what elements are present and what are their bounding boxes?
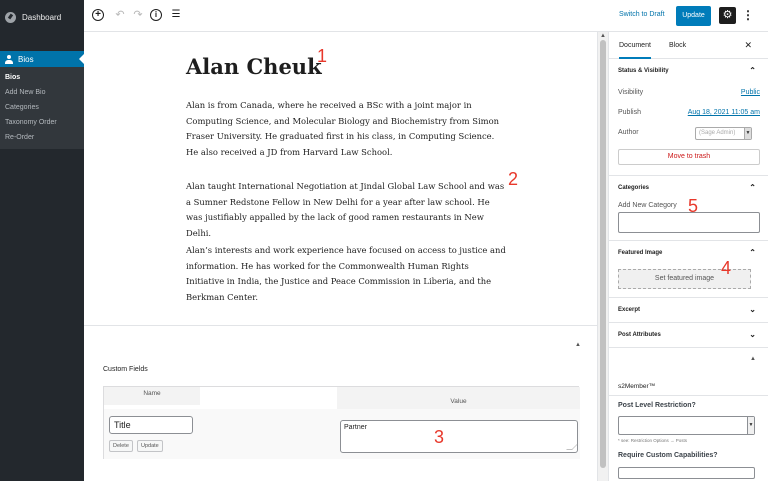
bios-submenu: Bios Add New Bio Categories Taxonomy Ord… [0,67,84,149]
chevron-down-icon: ⌄ [749,305,756,314]
post-title[interactable]: Alan Cheuk [186,54,322,79]
featured-image-header[interactable]: Featured Image ⌃ [609,241,768,265]
menu-dashboard[interactable]: Dashboard [0,0,84,34]
paragraph-2[interactable]: Alan taught International Negotiation at… [186,179,506,241]
custom-fields-title: Custom Fields [103,366,148,373]
dashboard-icon [5,11,16,23]
chevron-up-icon: ⌃ [749,248,756,257]
author-select-value: (Sage Admin) [699,130,736,136]
info-icon[interactable]: i [150,9,162,21]
move-to-trash-button[interactable]: Move to trash [618,149,760,165]
update-field-button[interactable]: Update [137,440,163,452]
tab-document[interactable]: Document [619,32,651,59]
list-view-icon[interactable]: ☰ [170,9,182,21]
menu-bios[interactable]: Bios [0,51,84,67]
submenu-re-order[interactable]: Re-Order [0,130,84,145]
collapse-arrow-icon[interactable]: ▲ [575,342,581,348]
menu-bios-label: Bios [18,54,34,64]
chevron-up-icon: ⌃ [749,66,756,75]
author-row: Author (Sage Admin) ▼ [609,123,768,143]
author-label: Author [618,129,639,136]
collapse-arrow-icon: ▲ [750,356,756,362]
paragraph-1[interactable]: Alan is from Canada, where he received a… [186,98,506,160]
editor-scrollbar[interactable]: ▲ [597,32,608,481]
tab-block[interactable]: Block [669,32,686,59]
visibility-row: Visibility Public [609,83,768,103]
more-vertical-icon[interactable]: ⋮ [742,8,754,22]
settings-sidebar: Document Block ✕ Status & Visibility ⌃ V… [608,32,768,481]
post-level-restriction-select[interactable]: ▼ [618,416,755,435]
status-visibility-header[interactable]: Status & Visibility ⌃ [609,59,768,83]
annotation-2: 2 [508,169,519,189]
undo-icon[interactable]: ↶ [114,9,126,21]
switch-to-draft-button[interactable]: Switch to Draft [619,11,665,18]
custom-fields-table: Name Value Title Delete Update Partner [103,386,580,459]
table-row: Title Delete Update Partner [104,409,580,459]
s2member-title: s2Member™ [609,372,768,396]
delete-field-button[interactable]: Delete [109,440,133,452]
publish-row: Publish Aug 18, 2021 11:05 am [609,103,768,123]
annotation-5: 5 [688,196,699,216]
scrollbar-thumb[interactable] [600,40,606,468]
redo-icon[interactable]: ↷ [132,9,144,21]
update-button[interactable]: Update [676,6,711,26]
editor-toolbar: + ↶ ↷ i ☰ Switch to Draft Update ⚙ ⋮ [84,0,768,32]
gear-icon[interactable]: ⚙ [719,7,736,24]
annotation-1: 1 [317,46,328,66]
select-arrow-icon: ▼ [744,128,751,139]
publish-date-link[interactable]: Aug 18, 2021 11:05 am [688,103,760,123]
sidebar-tabs: Document Block ✕ [609,32,768,59]
submenu-bios[interactable]: Bios [0,70,84,85]
editor-canvas: Alan Cheuk 1 Alan is from Canada, where … [84,32,597,481]
column-header-value: Value [337,387,580,409]
visibility-label: Visibility [618,89,644,96]
excerpt-header[interactable]: Excerpt ⌄ [609,298,768,322]
meta-divider [84,325,597,326]
person-icon [5,54,13,64]
chevron-up-icon: ⌃ [749,183,756,192]
publish-label: Publish [618,109,641,116]
custom-field-value-text: Partner [344,424,367,431]
plus-circle-icon[interactable]: + [92,9,104,21]
restriction-note: * see: Restriction Options → Posts [618,438,688,443]
custom-capabilities-label: Require Custom Capabilities? [618,452,718,459]
custom-capabilities-input[interactable] [618,467,755,479]
s2member-collapse[interactable]: ▲ [609,348,768,372]
custom-field-value-textarea[interactable]: Partner [340,420,578,453]
admin-sidebar: Dashboard Bios Bios Add New Bio Categori… [0,0,84,481]
post-attributes-title: Post Attributes [618,332,661,338]
resize-grip-icon[interactable] [566,444,578,450]
visibility-link[interactable]: Public [741,83,760,103]
close-icon[interactable]: ✕ [744,40,752,51]
select-arrow-icon: ▼ [747,417,754,434]
submenu-taxonomy-order[interactable]: Taxonomy Order [0,115,84,130]
excerpt-title: Excerpt [618,307,641,313]
menu-dashboard-label: Dashboard [22,12,62,22]
categories-title: Categories [618,185,650,191]
paragraph-3[interactable]: Alan’s interests and work experience hav… [186,243,506,305]
excerpt-panel: Excerpt ⌄ [609,298,768,323]
submenu-categories[interactable]: Categories [0,100,84,115]
post-level-restriction-label: Post Level Restriction? [618,402,696,409]
post-attributes-header[interactable]: Post Attributes ⌄ [609,323,768,347]
set-featured-image-button[interactable]: Set featured image [618,269,751,289]
annotation-3: 3 [434,427,445,447]
chevron-down-icon: ⌄ [749,330,756,339]
featured-image-panel: Featured Image ⌃ Set featured image 4 [609,241,768,298]
author-select[interactable]: (Sage Admin) ▼ [695,127,752,140]
annotation-4: 4 [721,258,732,278]
post-attributes-panel: Post Attributes ⌄ [609,323,768,348]
column-header-name: Name [104,387,200,405]
categories-panel: Categories ⌃ Add New Category 5 [609,176,768,241]
status-visibility-panel: Status & Visibility ⌃ Visibility Public … [609,59,768,176]
scroll-up-icon[interactable]: ▲ [600,33,606,39]
submenu-add-new-bio[interactable]: Add New Bio [0,85,84,100]
featured-image-title: Featured Image [618,250,663,256]
custom-field-name-input[interactable]: Title [109,416,193,434]
status-visibility-title: Status & Visibility [618,68,669,74]
